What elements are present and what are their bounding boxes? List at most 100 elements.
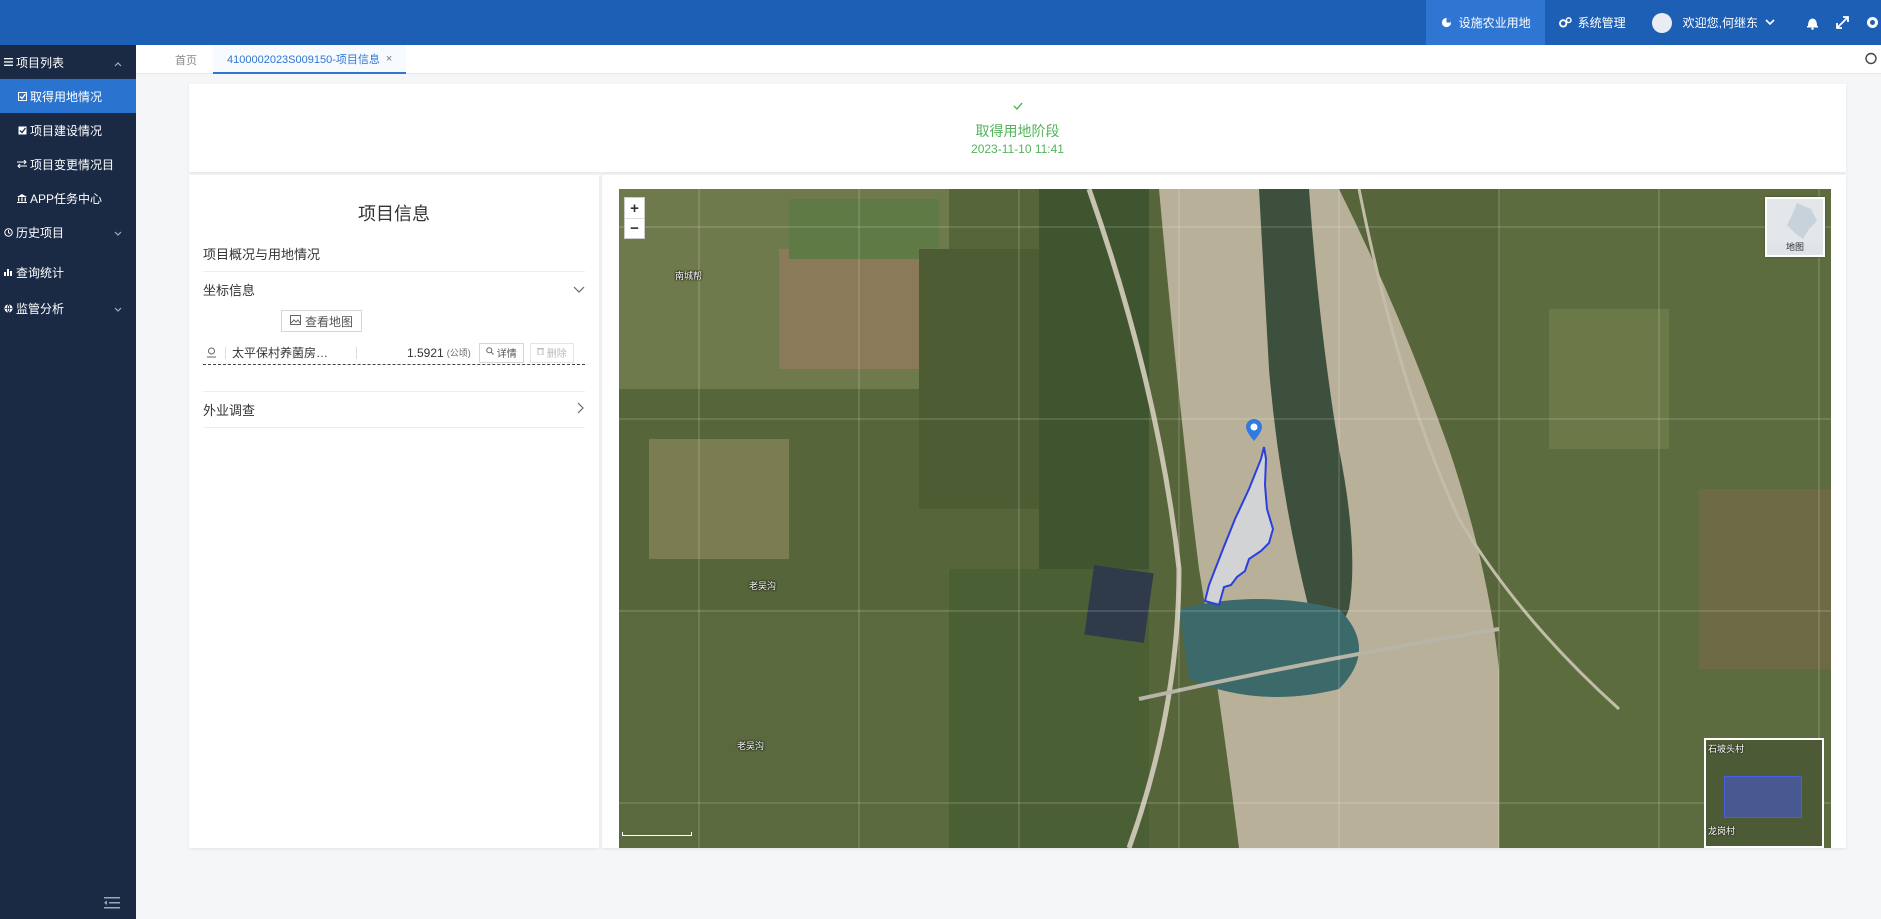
sidebar-item-land-acquisition[interactable]: 取得用地情况 — [0, 79, 136, 113]
tab-label: 4100002023S009150-项目信息 — [227, 53, 380, 66]
welcome-user-label: 欢迎您,何继东 — [1682, 16, 1758, 30]
expand-icon — [1835, 16, 1849, 30]
sidebar-item-label: APP任务中心 — [30, 191, 103, 206]
facility-land-label: 设施农业用地 — [1458, 16, 1531, 30]
overview-label: 石坡头村 — [1708, 744, 1745, 754]
location-pin-icon — [203, 347, 219, 358]
gear-icon — [1865, 16, 1879, 30]
overview-map[interactable]: 石坡头村 龙岗村 — [1704, 738, 1824, 848]
divider — [225, 346, 226, 359]
place-label: 老吴沟 — [737, 741, 765, 751]
delete-label: 删除 — [546, 349, 567, 360]
chevron-up-icon — [114, 56, 122, 70]
sidebar-item-supervision[interactable]: 监管分析 — [0, 291, 136, 325]
image-icon — [290, 314, 301, 328]
bank-icon — [16, 193, 28, 203]
sidebar-item-project-list[interactable]: 项目列表 — [0, 45, 136, 79]
collapse-sidebar-button[interactable] — [104, 896, 120, 913]
system-management-label: 系统管理 — [1577, 16, 1626, 30]
stage-date: 2023-11-10 11:41 — [971, 142, 1064, 156]
parcel-area: 1.5921 — [407, 345, 444, 360]
detail-label: 详情 — [496, 349, 517, 360]
chevron-right-icon — [577, 402, 585, 417]
tab-label: 首页 — [175, 54, 197, 67]
sidebar-item-label: 历史项目 — [16, 225, 65, 240]
chevron-down-icon — [114, 302, 122, 316]
list-icon — [2, 58, 14, 66]
search-icon[interactable] — [1863, 52, 1877, 69]
system-management-menu[interactable]: 系统管理 — [1545, 0, 1640, 45]
parcel-row: 太平保村养菌房… 1.5921 (公顷) 详情 删除 — [203, 341, 585, 365]
stage-status-panel: 取得用地阶段 2023-11-10 11:41 — [189, 84, 1846, 172]
map-panel: 南城帮 老吴沟 老吴沟 + − 地图 石坡头村 龙岗村 — [602, 175, 1846, 848]
bar-chart-icon — [2, 268, 14, 276]
overview-heading: 项目概况与用地情况 — [203, 247, 321, 262]
chevron-down-icon — [573, 282, 585, 297]
place-label: 南城帮 — [675, 271, 703, 281]
sidebar-item-app-tasks[interactable]: APP任务中心 — [0, 181, 136, 215]
menu-fold-icon — [104, 897, 120, 913]
sidebar-item-label: 取得用地情况 — [30, 89, 103, 104]
pie-chart-icon — [1440, 16, 1454, 30]
sidebar: 项目列表 取得用地情况 项目建设情况 项目变更情况目 APP任务中心 历史项目 … — [0, 45, 136, 919]
zoom-in-button[interactable]: + — [625, 198, 644, 218]
panel-title: 项目信息 — [358, 204, 430, 224]
close-icon[interactable]: × — [386, 53, 392, 65]
chevron-down-icon — [1763, 16, 1777, 30]
search-icon — [486, 347, 494, 358]
map-thumbnail-icon — [1767, 199, 1823, 243]
globe-icon — [2, 303, 14, 313]
layer-switcher[interactable]: 地图 — [1765, 197, 1825, 257]
bell-icon — [1805, 16, 1819, 30]
check-icon — [189, 98, 1846, 113]
coords-section-header[interactable]: 坐标信息 — [203, 280, 585, 299]
zoom-control: + − — [624, 197, 645, 239]
settings-button[interactable] — [1857, 0, 1881, 45]
checkbox-icon — [16, 126, 28, 135]
tab-home[interactable]: 首页 — [175, 45, 197, 74]
zoom-out-button[interactable]: − — [625, 218, 644, 238]
sidebar-item-label: 项目变更情况目 — [30, 157, 115, 172]
overview-label: 龙岗村 — [1708, 826, 1736, 836]
sidebar-item-label: 项目列表 — [16, 55, 65, 70]
divider — [203, 427, 585, 428]
tabs-bar: 首页 4100002023S009150-项目信息 × — [136, 45, 1881, 74]
sidebar-item-changes[interactable]: 项目变更情况目 — [0, 147, 136, 181]
fullscreen-button[interactable] — [1827, 0, 1857, 45]
user-menu[interactable]: 欢迎您,何继东 — [1640, 0, 1787, 45]
satellite-map[interactable]: 南城帮 老吴沟 老吴沟 + − 地图 石坡头村 龙岗村 — [619, 189, 1831, 848]
field-survey-section-header[interactable]: 外业调查 — [203, 400, 585, 419]
view-map-label: 查看地图 — [305, 314, 354, 329]
parcel-name: 太平保村养菌房… — [232, 346, 329, 360]
sidebar-item-label: 查询统计 — [16, 265, 65, 280]
place-label: 老吴沟 — [749, 581, 777, 591]
scale-bar — [622, 832, 692, 836]
avatar — [1651, 12, 1672, 33]
satellite-imagery — [619, 189, 1831, 848]
checkbox-icon — [16, 91, 28, 101]
chevron-down-icon — [114, 226, 122, 240]
overview-viewport — [1724, 776, 1802, 818]
tab-project-info[interactable]: 4100002023S009150-项目信息 × — [213, 45, 407, 74]
trash-icon — [536, 347, 544, 358]
divider — [203, 271, 585, 272]
sidebar-item-statistics[interactable]: 查询统计 — [0, 255, 136, 289]
view-map-button[interactable]: 查看地图 — [281, 310, 363, 332]
divider — [203, 391, 585, 392]
parcel-area-unit: (公顷) — [446, 348, 471, 358]
sidebar-item-label: 监管分析 — [16, 301, 65, 316]
stage-title: 取得用地阶段 — [975, 123, 1060, 139]
coords-heading: 坐标信息 — [203, 283, 256, 298]
top-right-menu: 设施农业用地 系统管理 欢迎您,何继东 — [1425, 0, 1881, 45]
top-navigation-bar: 设施农业用地 系统管理 欢迎您,何继东 — [0, 0, 1881, 45]
delete-button[interactable]: 删除 — [529, 342, 574, 363]
sidebar-item-history[interactable]: 历史项目 — [0, 215, 136, 249]
sidebar-item-construction[interactable]: 项目建设情况 — [0, 113, 136, 147]
gears-icon — [1559, 16, 1573, 30]
exchange-icon — [16, 160, 28, 168]
field-survey-heading: 外业调查 — [203, 403, 256, 418]
facility-land-menu[interactable]: 设施农业用地 — [1425, 0, 1545, 45]
notification-button[interactable] — [1787, 0, 1827, 45]
layer-switch-label: 地图 — [1785, 242, 1804, 252]
detail-button[interactable]: 详情 — [478, 342, 524, 363]
